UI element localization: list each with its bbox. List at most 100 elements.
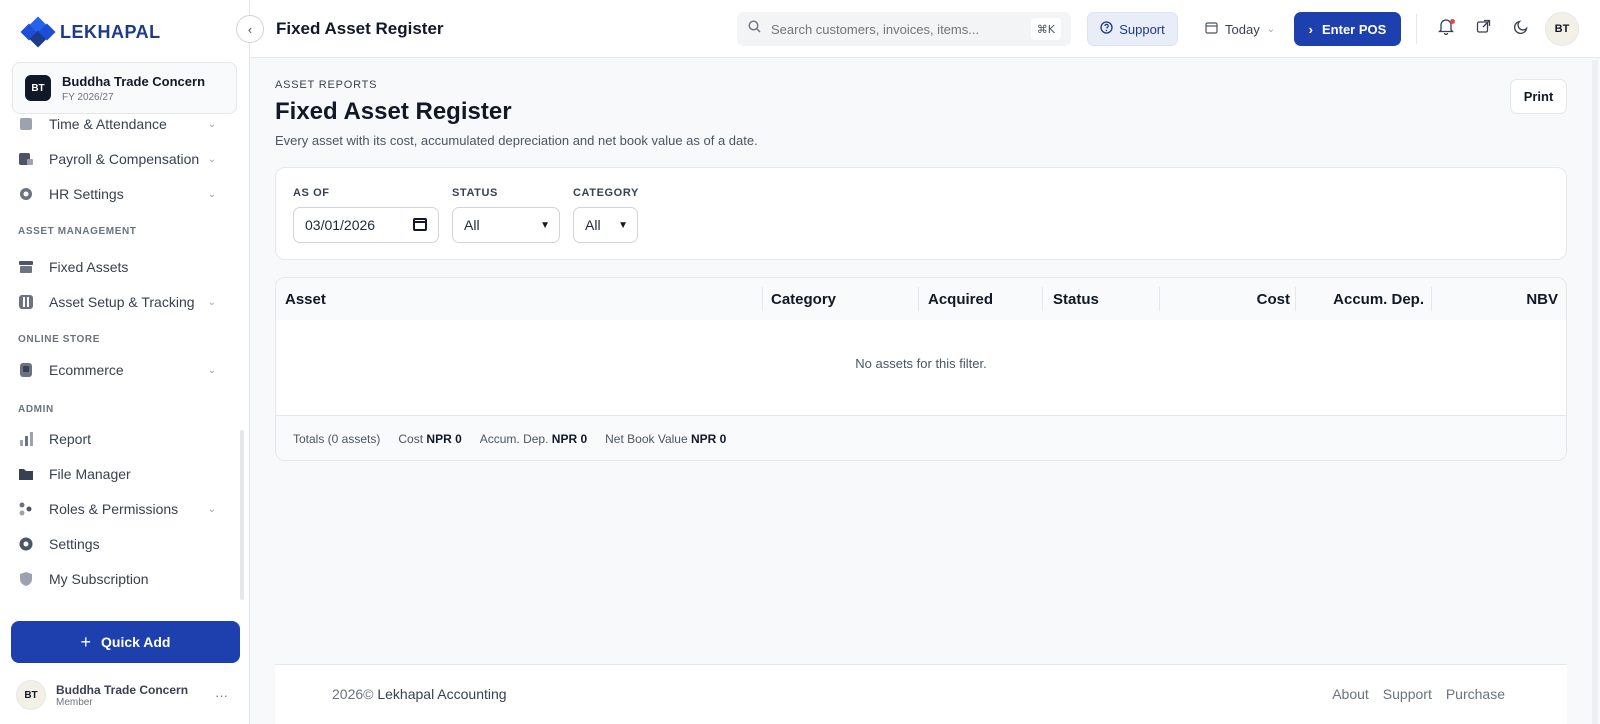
totals-nbv: Net Book Value NPR 0 — [605, 432, 726, 446]
sidebar-item-hr-settings[interactable]: HR Settings ⌄ — [18, 179, 224, 209]
date-range-selector[interactable]: Today ⌄ — [1205, 12, 1275, 46]
totals-count: Totals (0 assets) — [293, 432, 381, 446]
user-name: Buddha Trade Concern — [56, 682, 189, 697]
column-cost[interactable]: Cost — [1257, 278, 1290, 320]
support-label: Support — [1119, 21, 1165, 37]
totals-cost-label: Cost — [398, 432, 424, 446]
footer-link-about[interactable]: About — [1332, 686, 1369, 702]
column-divider — [1042, 287, 1043, 311]
avatar: BT — [16, 680, 46, 710]
enter-pos-button[interactable]: › Enter POS — [1294, 12, 1401, 46]
chevron-left-icon: ‹ — [247, 21, 253, 37]
copyright-company[interactable]: Lekhapal Accounting — [377, 686, 506, 702]
cog-icon — [18, 536, 34, 552]
sidebar-item-label: Time & Attendance — [49, 116, 167, 132]
section-admin: ADMIN — [18, 404, 54, 415]
sidebar-item-label: Roles & Permissions — [49, 501, 179, 517]
shield-icon — [18, 571, 34, 587]
theme-toggle-button[interactable] — [1509, 17, 1533, 41]
totals-dep-label: Accum. Dep. — [479, 432, 549, 446]
sidebar-item-ecommerce[interactable]: Ecommerce ⌄ — [18, 355, 224, 385]
column-acquired[interactable]: Acquired — [928, 278, 993, 320]
organization-switcher[interactable]: BT Buddha Trade Concern FY 2026/27 — [12, 62, 237, 114]
column-divider — [1159, 287, 1160, 311]
status-select[interactable]: All ▼ — [452, 207, 560, 243]
totals-cost-value: NPR 0 — [426, 432, 462, 446]
sidebar-item-my-subscription[interactable]: My Subscription — [18, 564, 224, 594]
global-search[interactable]: ⌘K — [737, 12, 1071, 46]
chevron-down-icon: ⌄ — [207, 364, 216, 376]
status-value: All — [464, 217, 480, 233]
section-online-store: ONLINE STORE — [18, 334, 101, 345]
quick-add-button[interactable]: + Quick Add — [11, 621, 240, 663]
sidebar-item-label: My Subscription — [49, 571, 149, 587]
sidebar-item-asset-setup[interactable]: Asset Setup & Tracking ⌄ — [18, 287, 224, 317]
sidebar-item-label: Asset Setup & Tracking — [49, 294, 195, 310]
sidebar-item-label: Fixed Assets — [49, 259, 129, 275]
support-button[interactable]: Support — [1087, 12, 1178, 46]
more-options-icon[interactable]: ··· — [215, 688, 228, 703]
section-asset-management: ASSET MANAGEMENT — [18, 226, 137, 237]
calendar-icon[interactable] — [413, 218, 427, 231]
plus-icon: + — [80, 631, 91, 652]
report-subtitle: Every asset with its cost, accumulated d… — [275, 133, 758, 148]
chevron-down-icon: ⌄ — [1266, 23, 1276, 35]
user-avatar-button[interactable]: BT — [1545, 12, 1579, 46]
chevron-down-icon: ⌄ — [207, 118, 216, 130]
empty-state-message: No assets for this filter. — [855, 356, 987, 371]
folder-icon — [18, 466, 34, 482]
sidebar-item-label: HR Settings — [49, 186, 124, 202]
sidebar-item-label: Ecommerce — [49, 362, 124, 378]
clock-icon — [18, 116, 34, 132]
search-input[interactable] — [771, 21, 1021, 37]
search-shortcut: ⌘K — [1030, 18, 1061, 40]
sidebar-item-roles-permissions[interactable]: Roles & Permissions ⌄ — [18, 494, 224, 524]
org-name: Buddha Trade Concern — [62, 73, 206, 89]
sidebar-item-settings[interactable]: Settings — [18, 529, 224, 559]
sidebar-item-payroll[interactable]: Payroll & Compensation ⌄ — [18, 144, 224, 174]
page-footer: 2026© Lekhapal Accounting About Support … — [275, 664, 1567, 724]
archive-icon — [18, 259, 34, 275]
print-button[interactable]: Print — [1510, 79, 1567, 114]
as-of-date-input[interactable]: 03/01/2026 — [293, 207, 439, 243]
report-title: Fixed Asset Register — [275, 98, 512, 125]
as-of-label: AS OF — [293, 187, 330, 199]
totals-accum-dep: Accum. Dep. NPR 0 — [480, 432, 587, 446]
column-category[interactable]: Category — [771, 278, 836, 320]
sidebar-item-time-attendance[interactable]: Time & Attendance ⌄ — [18, 114, 224, 139]
notifications-button[interactable] — [1434, 17, 1458, 41]
brand-logo[interactable]: LEKHAPAL — [20, 16, 161, 48]
collapse-sidebar-button[interactable]: ‹ — [236, 15, 264, 43]
sidebar: LEKHAPAL BT Buddha Trade Concern FY 2026… — [0, 0, 250, 724]
open-external-button[interactable] — [1471, 17, 1495, 41]
column-status[interactable]: Status — [1053, 278, 1099, 320]
sidebar-item-label: File Manager — [49, 466, 131, 482]
category-select[interactable]: All ▼ — [573, 207, 638, 243]
main-scrollbar[interactable] — [1592, 60, 1598, 724]
search-icon — [748, 20, 761, 38]
sidebar-nav: Time & Attendance ⌄ Payroll & Compensati… — [0, 114, 242, 604]
chevron-down-icon: ▼ — [540, 219, 550, 231]
footer-links: About Support Purchase — [1332, 686, 1505, 702]
sidebar-item-fixed-assets[interactable]: Fixed Assets — [18, 252, 224, 282]
sidebar-item-label: Report — [49, 431, 92, 447]
org-avatar: BT — [25, 75, 51, 101]
as-of-date-value: 03/01/2026 — [305, 217, 376, 233]
page-title: Fixed Asset Register — [276, 19, 444, 38]
sidebar-item-report[interactable]: Report — [18, 424, 224, 454]
notification-badge — [1450, 19, 1455, 24]
column-accum-dep[interactable]: Accum. Dep. — [1333, 278, 1424, 320]
totals-dep-value: NPR 0 — [551, 432, 588, 446]
footer-link-support[interactable]: Support — [1383, 686, 1432, 702]
user-profile-card[interactable]: BT Buddha Trade Concern Member ··· — [16, 680, 236, 710]
column-asset[interactable]: Asset — [285, 278, 326, 320]
user-role: Member — [56, 696, 93, 708]
chevron-down-icon: ⌄ — [207, 503, 216, 515]
sidebar-scrollbar[interactable] — [240, 430, 244, 600]
table-totals: Totals (0 assets) Cost NPR 0 Accum. Dep.… — [276, 415, 1566, 460]
logo-icon — [20, 16, 56, 48]
calendar-icon — [1205, 21, 1218, 37]
sidebar-item-file-manager[interactable]: File Manager — [18, 459, 224, 489]
column-nbv[interactable]: NBV — [1526, 278, 1558, 320]
footer-link-purchase[interactable]: Purchase — [1446, 686, 1505, 702]
